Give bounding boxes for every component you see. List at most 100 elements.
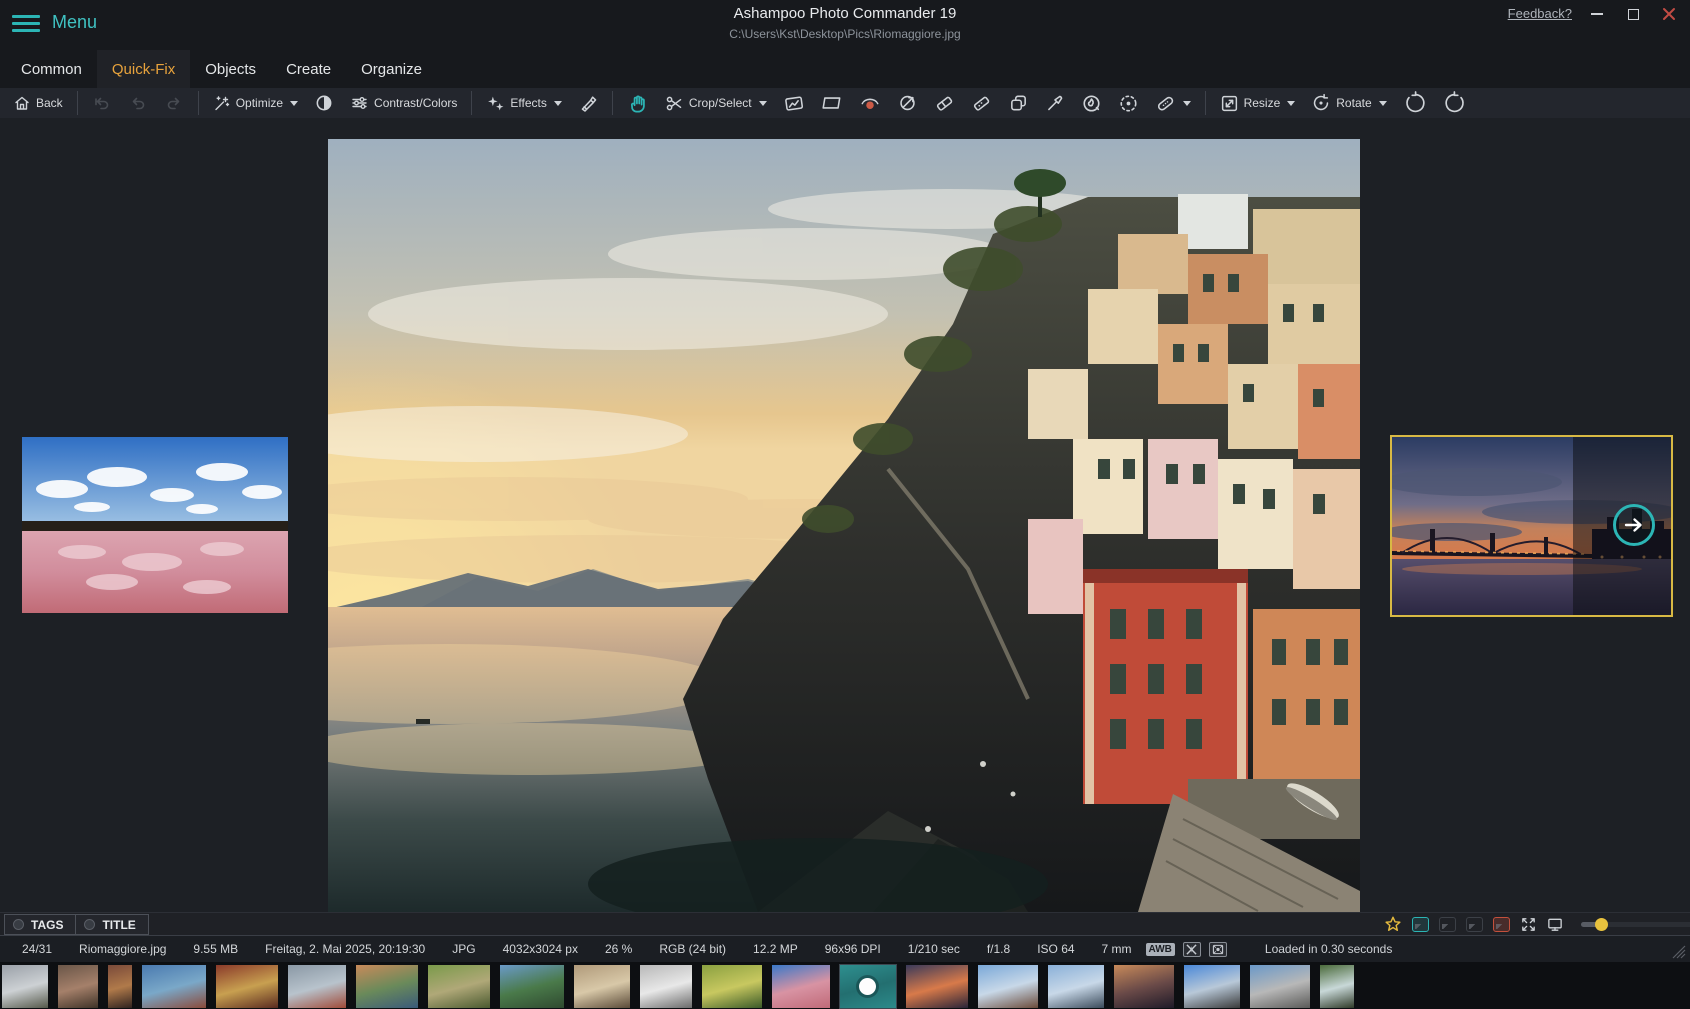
status-item: 9.55 MB [193, 942, 238, 956]
optimize-label: Optimize [236, 96, 283, 110]
effects-button[interactable]: Effects [479, 89, 568, 117]
focus-icon [1118, 93, 1139, 114]
resize-button[interactable]: Resize [1213, 89, 1303, 117]
filmstrip-thumb-alpine-lake-houses[interactable] [978, 965, 1038, 1008]
chevron-down-icon [1287, 101, 1295, 106]
hand-tool-button[interactable] [620, 89, 655, 117]
auto-contrast-button[interactable] [307, 89, 341, 117]
focus-tool-button[interactable] [1111, 89, 1146, 117]
crop-select-button[interactable]: Crop/Select [657, 89, 774, 117]
riomaggiore-photo [328, 139, 1360, 912]
feedback-link[interactable]: Feedback? [1508, 6, 1572, 21]
tab-quick-fix[interactable]: Quick-Fix [97, 50, 190, 88]
view-dual-icon [1439, 917, 1456, 932]
retouch-button[interactable] [571, 89, 605, 117]
fullscreen-button[interactable] [1519, 916, 1537, 934]
rotate-button[interactable]: Rotate [1304, 89, 1393, 117]
filmstrip-thumb-tre-cime[interactable] [1250, 965, 1310, 1008]
zoom-slider-knob[interactable] [1595, 918, 1608, 931]
pipette-icon [1045, 93, 1065, 113]
view-mode-2-button[interactable] [1438, 916, 1456, 934]
view-single-icon [1412, 917, 1429, 932]
filmstrip-thumb-painted-plates[interactable] [216, 965, 278, 1008]
minimize-icon[interactable] [1584, 3, 1610, 25]
filmstrip-thumb-pink-lake[interactable] [772, 965, 830, 1008]
tab-create[interactable]: Create [271, 50, 346, 88]
status-item: JPG [452, 942, 475, 956]
rotate-cw-button[interactable] [1436, 89, 1474, 117]
filmstrip-thumb-spiral-sky[interactable] [1184, 965, 1240, 1008]
filmstrip-thumb-old-town-roofs[interactable] [58, 965, 98, 1008]
maximize-icon[interactable] [1620, 3, 1646, 25]
filmstrip-thumb-white-church-bw[interactable] [640, 965, 692, 1008]
eraser-button[interactable] [927, 89, 962, 117]
copy-stamp-icon [1008, 93, 1029, 113]
next-image-preview[interactable] [1390, 435, 1673, 617]
red-eye-button[interactable] [852, 89, 888, 117]
filmstrip-thumb-alps-village[interactable] [2, 965, 48, 1008]
filmstrip-thumb-hallstatt[interactable] [1048, 965, 1104, 1008]
flash-off-icon [1183, 942, 1201, 957]
tags-radio [13, 919, 24, 930]
filmstrip-thumb-current-riomaggiore[interactable] [840, 965, 896, 1008]
filmstrip-thumb-waterfall-peak[interactable] [356, 965, 418, 1008]
copy-stamp-button[interactable] [1001, 89, 1036, 117]
magic-wand-icon [213, 94, 231, 112]
app-title: Ashampoo Photo Commander 19 [0, 5, 1690, 22]
tab-common[interactable]: Common [6, 50, 97, 88]
tags-toggle[interactable]: TAGS [4, 914, 76, 935]
back-button[interactable]: Back [6, 89, 70, 117]
chevron-down-icon [759, 101, 767, 106]
color-dial-button[interactable] [1074, 89, 1109, 117]
rotate-cw-icon [1443, 91, 1467, 115]
rotate-ccw-button[interactable] [1396, 89, 1434, 117]
monitor-icon [1546, 916, 1564, 933]
view-mode-3-button[interactable] [1465, 916, 1483, 934]
scissors-icon [664, 94, 684, 113]
filmstrip-thumb-sunset-silhouette[interactable] [1114, 965, 1174, 1008]
healing-button[interactable] [1148, 89, 1198, 117]
optimize-button[interactable]: Optimize [206, 89, 305, 117]
filmstrip-thumb-tree-bark[interactable] [428, 965, 490, 1008]
next-image-button[interactable] [1613, 504, 1655, 546]
monitor-view-button[interactable] [1546, 916, 1564, 934]
view-mode-single-button[interactable] [1411, 916, 1429, 934]
main-image[interactable] [328, 139, 1360, 912]
filmstrip-thumb-bridge-dusk[interactable] [906, 965, 968, 1008]
pipette-button[interactable] [1038, 89, 1072, 117]
straighten-button[interactable] [776, 89, 812, 117]
status-item: Freitag, 2. Mai 2025, 20:19:30 [265, 942, 425, 956]
filmstrip-thumb-autumn-city[interactable] [108, 965, 132, 1008]
clone-tool-button[interactable] [890, 89, 925, 117]
title-toggle[interactable]: TITLE [76, 914, 148, 935]
selection-frame-button[interactable] [814, 89, 850, 117]
magic-eraser-button[interactable] [964, 89, 999, 117]
file-path: C:\Users\Kst\Desktop\Pics\Riomaggiore.jp… [0, 27, 1690, 41]
filmstrip-thumb-green-valley[interactable] [500, 965, 564, 1008]
retouch-pen-icon [578, 93, 598, 113]
chevron-down-icon [1379, 101, 1387, 106]
expand-icon [1520, 916, 1537, 933]
view-mode-compare-button[interactable] [1492, 916, 1510, 934]
tab-organize[interactable]: Organize [346, 50, 437, 88]
eraser-icon [934, 93, 955, 113]
filmstrip-thumb-harbor-houses[interactable] [142, 965, 206, 1008]
redo-icon [164, 94, 184, 112]
filmstrip-thumb-laundry-alley[interactable] [574, 965, 630, 1008]
status-item: 7 mm [1102, 942, 1132, 956]
photo-commander-window: Menu Ashampoo Photo Commander 19 C:\User… [0, 0, 1690, 1009]
zoom-slider[interactable] [1581, 922, 1690, 927]
eye-icon [859, 978, 876, 995]
previous-image-preview[interactable] [22, 437, 288, 613]
contrast-colors-button[interactable]: Contrast/Colors [343, 89, 464, 117]
tab-objects[interactable]: Objects [190, 50, 271, 88]
chevron-down-icon [1183, 101, 1191, 106]
filmstrip-thumb-lily-pads[interactable] [702, 965, 762, 1008]
favorite-button[interactable] [1384, 916, 1402, 934]
resize-grip[interactable] [1672, 945, 1686, 959]
filmstrip-thumb-torii-gate[interactable] [288, 965, 346, 1008]
filmstrip-thumb-waterfall[interactable] [1320, 965, 1354, 1008]
statusbar-items: 24/31Riomaggiore.jpg9.55 MBFreitag, 2. M… [22, 942, 1132, 956]
close-icon[interactable] [1656, 3, 1682, 25]
redo-button [157, 89, 191, 117]
